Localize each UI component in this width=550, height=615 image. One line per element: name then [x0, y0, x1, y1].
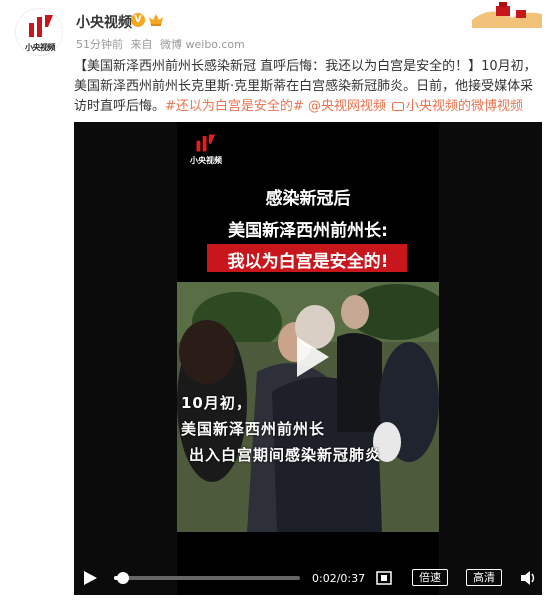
video-player[interactable]: 小央视频 感染新冠后 美国新泽西州前州长: 我以为白宫是安全的! 10月初， 美… — [74, 122, 542, 595]
play-icon[interactable] — [82, 570, 98, 586]
post-source[interactable]: 微博 weibo.com — [160, 38, 245, 51]
video-controls: 0:02/0:37 倍速 高清 — [74, 567, 542, 595]
video-link-icon — [391, 102, 404, 111]
quality-button[interactable]: 高清 — [466, 569, 502, 586]
play-overlay-icon[interactable] — [295, 335, 331, 379]
progress-bar[interactable] — [114, 572, 300, 584]
speed-button[interactable]: 倍速 — [412, 569, 448, 586]
post-text: 【美国新泽西州前州长感染新冠 直呼后悔：我还以为白宫是安全的！】10月初，美国新… — [74, 57, 542, 117]
time-display: 0:02/0:37 — [312, 572, 366, 585]
brand-logo-icon — [29, 15, 53, 37]
video-subtitle-3: 出入白宫期间感染新冠肺炎 — [189, 446, 382, 464]
decorative-banner-icon — [452, 0, 542, 28]
post-title: 【美国新泽西州前州长感染新冠 直呼后悔：我还以为白宫是安全的！】 — [74, 59, 482, 74]
post-meta: 51分钟前 来自 微博 weibo.com — [76, 36, 249, 52]
source-prefix: 来自 — [130, 38, 153, 51]
volume-icon[interactable] — [520, 571, 536, 585]
video-headline-3: 我以为白宫是安全的! — [227, 252, 389, 272]
verified-icon: V — [131, 13, 145, 27]
avatar[interactable]: 小央视频 — [15, 8, 63, 56]
video-headline-2: 美国新泽西州前州长: — [228, 221, 388, 241]
user-name[interactable]: 小央视频 — [76, 12, 132, 32]
video-subtitle-1: 10月初， — [181, 394, 252, 412]
crown-icon — [149, 14, 163, 26]
watermark-logo-icon — [196, 134, 215, 152]
mention-link[interactable]: @央视网视频 — [308, 99, 386, 114]
fullscreen-icon[interactable] — [376, 571, 392, 585]
video-watermark: 小央视频 — [185, 134, 225, 174]
hashtag-link[interactable]: #还以为白宫是安全的# — [165, 99, 304, 114]
avatar-label: 小央视频 — [25, 43, 56, 52]
video-subtitle-2: 美国新泽西州前州长 — [181, 420, 326, 438]
video-headline-1: 感染新冠后 — [265, 189, 351, 209]
watermark-label: 小央视频 — [190, 156, 222, 165]
progress-handle[interactable] — [117, 572, 130, 584]
video-link[interactable]: 小央视频的微博视频 — [406, 99, 523, 114]
post-time[interactable]: 51分钟前 — [76, 38, 123, 51]
